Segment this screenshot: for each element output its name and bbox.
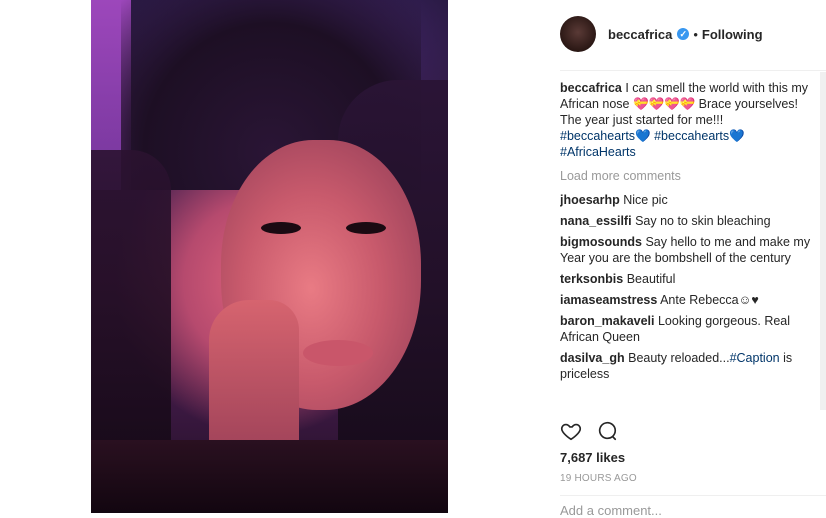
comment-username[interactable]: bigmosounds (560, 235, 642, 249)
photo-shirt (91, 440, 448, 513)
load-more-comments-button[interactable]: Load more comments (560, 168, 822, 184)
photo-eye-right (346, 222, 386, 234)
comment-username[interactable]: baron_makaveli (560, 314, 655, 328)
comment-item: terksonbis Beautiful (560, 271, 822, 287)
action-bar (560, 420, 618, 442)
header-divider (560, 70, 826, 71)
comment-username[interactable]: nana_essilfi (560, 214, 632, 228)
comments-list[interactable]: beccafrica I can smell the world with th… (560, 80, 822, 410)
header-separator: • (693, 26, 698, 42)
comment-item: baron_makaveli Looking gorgeous. Real Af… (560, 313, 822, 345)
comment-text: Ante Rebecca☺♥ (660, 293, 759, 307)
comment-text: Beauty reloaded... (628, 351, 730, 365)
post-photo[interactable] (91, 0, 448, 513)
comment-item: bigmosounds Say hello to me and make my … (560, 234, 822, 266)
post-header: beccafrica ✓ • Following (560, 16, 763, 52)
following-button[interactable]: Following (702, 27, 763, 42)
avatar[interactable] (560, 16, 596, 52)
caption-hashtag[interactable]: #beccahearts💙 (654, 129, 745, 143)
comment-text: Say no to skin bleaching (635, 214, 771, 228)
comment-text: Nice pic (623, 193, 668, 207)
caption-hashtag[interactable]: #AfricaHearts (560, 145, 636, 159)
comment-item: nana_essilfi Say no to skin bleaching (560, 213, 822, 229)
comment-divider (560, 495, 826, 496)
caption: beccafrica I can smell the world with th… (560, 80, 822, 160)
photo-eye-left (261, 222, 301, 234)
comment-icon[interactable] (596, 420, 618, 442)
comments-scrollbar[interactable] (820, 72, 826, 410)
verified-badge-icon: ✓ (677, 28, 690, 40)
add-comment-input[interactable]: Add a comment... (560, 503, 662, 518)
header-username[interactable]: beccafrica (608, 27, 672, 42)
caption-hashtag[interactable]: #beccahearts💙 (560, 129, 651, 143)
comment-item: iamaseamstress Ante Rebecca☺♥ (560, 292, 822, 308)
comment-username[interactable]: dasilva_gh (560, 351, 625, 365)
caption-username[interactable]: beccafrica (560, 81, 622, 95)
comment-username[interactable]: terksonbis (560, 272, 623, 286)
comment-username[interactable]: iamaseamstress (560, 293, 657, 307)
likes-count[interactable]: 7,687 likes (560, 450, 625, 465)
comment-item: dasilva_gh Beauty reloaded...#Caption is… (560, 350, 822, 382)
post-timestamp: 19 HOURS AGO (560, 473, 637, 484)
comment-hashtag[interactable]: #Caption (730, 351, 780, 365)
comment-username[interactable]: jhoesarhp (560, 193, 620, 207)
comment-item: jhoesarhp Nice pic (560, 192, 822, 208)
photo-lips (303, 340, 373, 366)
heart-icon[interactable] (560, 420, 582, 442)
comment-text: Beautiful (626, 272, 676, 286)
